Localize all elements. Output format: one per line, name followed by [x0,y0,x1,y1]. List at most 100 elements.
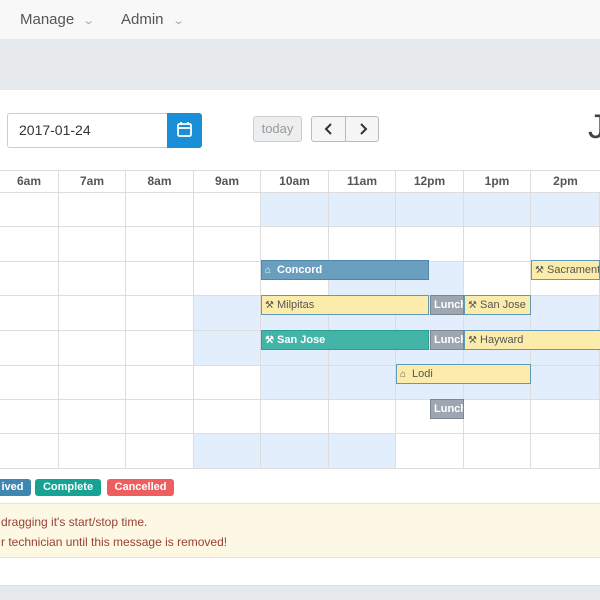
grid-cell[interactable] [59,400,126,434]
grid-cell[interactable] [464,400,531,434]
grid-cell[interactable] [59,366,126,400]
grid-cell[interactable] [261,400,329,434]
event-label: Sacrament [547,264,600,276]
time-header-10am: 10am [261,171,329,193]
chevron-left-icon [324,123,332,135]
grid-cell[interactable] [126,331,194,366]
grid-cell[interactable] [396,434,464,469]
grid-cell[interactable] [194,193,261,227]
grid-cell[interactable] [59,227,126,262]
grid-cell[interactable] [329,434,396,469]
top-navbar: Manage ⌄ Admin ⌄ [0,0,600,40]
event-label: Lunch [434,334,464,346]
grid-cell[interactable] [126,193,194,227]
grid-cell[interactable] [329,227,396,262]
grid-cell[interactable] [0,193,59,227]
grid-cell[interactable] [261,366,329,400]
event-label: Lodi [412,368,433,380]
time-header-6am: 6am [0,171,59,193]
grid-cell[interactable] [0,262,59,296]
event-block[interactable]: ⚒ San Jose [464,295,531,315]
nav-admin[interactable]: Admin ⌄ [121,11,185,28]
wrench-icon: ⚒ [265,300,274,311]
nav-manage-label: Manage [20,11,75,28]
grid-cell[interactable] [329,366,396,400]
calendar-icon [177,122,192,137]
event-block[interactable]: ⚒ Sacrament [531,260,600,280]
grid-cell[interactable] [126,434,194,469]
today-button[interactable]: today [253,116,302,142]
grid-cell[interactable] [126,262,194,296]
grid-cell[interactable] [531,227,600,262]
grid-cell[interactable] [531,296,600,331]
event-block[interactable]: ⚒ Hayward [464,330,600,350]
event-label: Hayward [480,334,524,346]
event-block[interactable]: Lunch [430,399,464,419]
grid-cell[interactable] [194,434,261,469]
grid-cell[interactable] [0,400,59,434]
grid-cell[interactable] [194,296,261,331]
date-input[interactable]: 2017-01-24 [7,113,172,148]
grid-cell[interactable] [194,331,261,366]
wrench-icon: ⚒ [265,335,274,346]
alert-line-1: dragging it's start/stop time. [1,515,148,529]
calendar-button[interactable] [167,113,202,148]
grid-cell[interactable] [464,262,531,296]
grid-cell[interactable] [126,296,194,331]
grid-cell[interactable] [59,296,126,331]
event-label: Milpitas [277,299,315,311]
grid-cell[interactable] [0,227,59,262]
event-block[interactable]: ⌂ Lodi [396,364,531,384]
grid-cell[interactable] [531,400,600,434]
time-header-row: 6am 7am 8am 9am 10am 11am 12pm 1pm 2pm [0,170,600,193]
next-button[interactable] [346,117,380,141]
grid-cell[interactable] [464,193,531,227]
grid-cell[interactable] [261,193,329,227]
grid-cell[interactable] [59,434,126,469]
nav-manage[interactable]: Manage ⌄ [20,11,95,28]
grid-cell[interactable] [329,193,396,227]
grid-cell[interactable] [0,366,59,400]
grid-cell[interactable] [531,366,600,400]
prev-button[interactable] [312,117,346,141]
grid-cell[interactable] [126,227,194,262]
schedule-grid: 6am 7am 8am 9am 10am 11am 12pm 1pm 2pm ⌂… [0,170,600,469]
grid-cell[interactable] [464,227,531,262]
event-block[interactable]: Lunch [430,295,464,315]
home-icon: ⌂ [400,369,407,380]
grid-cell[interactable] [126,366,194,400]
grid-cell[interactable] [464,434,531,469]
grid-cell[interactable] [59,331,126,366]
grid-cell[interactable] [194,366,261,400]
grid-cell[interactable] [59,193,126,227]
grid-cell[interactable] [396,193,464,227]
grid-cell[interactable] [396,227,464,262]
wrench-icon: ⚒ [535,265,544,276]
prev-next-group [311,116,379,142]
view-title: J [588,108,600,146]
grid-cell[interactable] [261,227,329,262]
time-header-9am: 9am [194,171,261,193]
event-block[interactable]: ⚒ San Jose [261,330,429,350]
grid-cell[interactable] [194,227,261,262]
event-block[interactable]: ⚒ Milpitas [261,295,429,315]
event-block[interactable]: Lunch [430,330,464,350]
wrench-icon: ⚒ [468,300,477,311]
time-header-7am: 7am [59,171,126,193]
time-header-2pm: 2pm [553,174,578,188]
footer-bar [0,585,600,600]
grid-cell[interactable] [531,434,600,469]
grid-cell[interactable] [531,193,600,227]
grid-cell[interactable] [0,331,59,366]
grid-cell[interactable] [126,400,194,434]
wrench-icon: ⚒ [468,335,477,346]
event-block[interactable]: ⌂ Concord [261,260,429,280]
grid-cell[interactable] [59,262,126,296]
grid-cell[interactable] [194,400,261,434]
grid-cell[interactable] [261,434,329,469]
grid-cell[interactable] [194,262,261,296]
chevron-right-icon [360,123,368,135]
grid-cell[interactable] [0,296,59,331]
grid-cell[interactable] [0,434,59,469]
grid-cell[interactable] [329,400,396,434]
